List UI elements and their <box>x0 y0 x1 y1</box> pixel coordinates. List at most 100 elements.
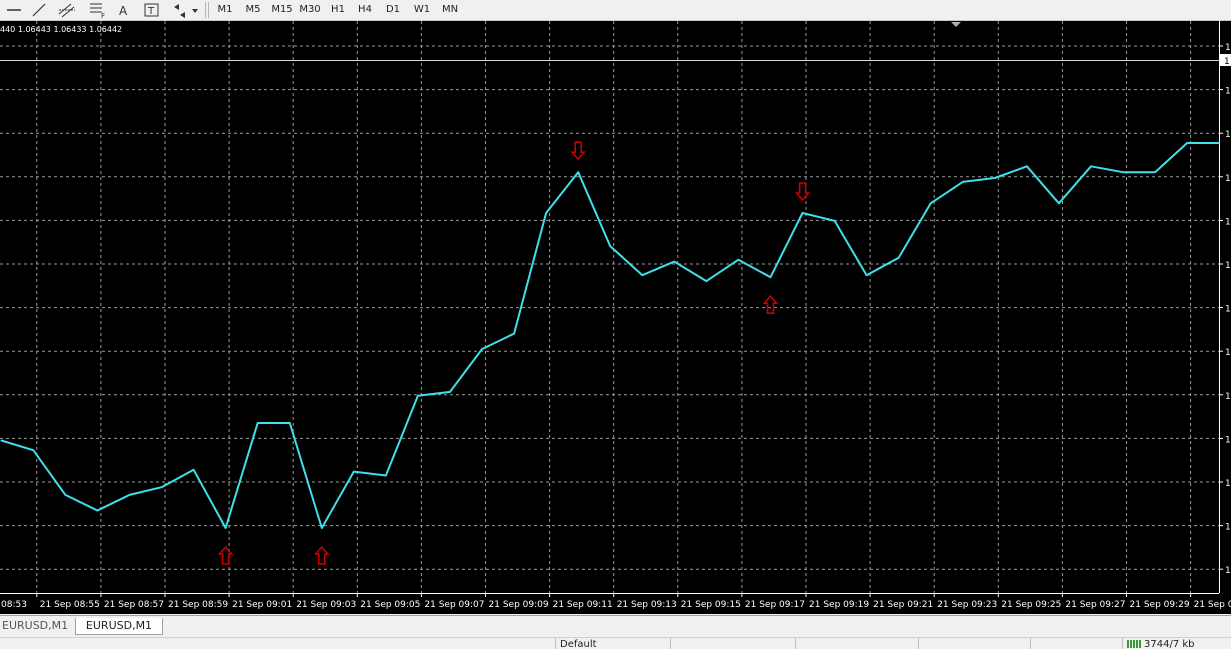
svg-text:F: F <box>101 12 105 19</box>
price-point <box>481 348 483 350</box>
price-point <box>929 202 932 205</box>
price-point <box>128 494 131 496</box>
sell-arrow-icon <box>570 141 586 161</box>
arrows-dropdown-icon[interactable] <box>170 1 200 19</box>
timeframe-m1[interactable]: M1 <box>212 1 238 19</box>
time-tick-label: 21 Sep 09:29 <box>1130 600 1190 610</box>
price-point <box>545 212 547 214</box>
price-point <box>833 219 836 222</box>
ohlc-readout: 440 1.06443 1.06433 1.06442 <box>0 25 123 34</box>
price-point <box>32 449 35 452</box>
buy-arrow-icon <box>762 294 779 314</box>
price-point <box>385 474 387 477</box>
text-tool-icon[interactable]: A <box>113 1 135 19</box>
price-tick-label: 1 <box>1225 174 1231 184</box>
price-point <box>865 274 868 277</box>
status-bar: Default 3744/7 kb <box>0 637 1231 649</box>
status-traffic: 3744/7 kb <box>1122 638 1231 649</box>
timeframe-h4[interactable]: H4 <box>352 1 378 19</box>
price-point <box>224 527 227 529</box>
time-tick-label: 21 Sep 09:09 <box>489 600 549 610</box>
time-tick-label: 21 Sep 09: <box>1194 600 1231 610</box>
time-tick-label: 21 Sep 09:05 <box>360 600 420 610</box>
price-point <box>801 212 804 214</box>
price-point <box>1090 165 1092 168</box>
price-point <box>897 256 900 259</box>
status-high <box>918 638 1033 649</box>
timeframe-m30[interactable]: M30 <box>296 1 324 19</box>
price-point <box>1218 142 1220 144</box>
price-point <box>321 527 323 529</box>
time-tick-label: 21 Sep 09:25 <box>1001 600 1061 610</box>
price-point <box>1026 165 1028 168</box>
status-date <box>670 638 795 649</box>
status-help <box>0 638 555 649</box>
tab-eurusd-m1-active[interactable]: EURUSD,M1 <box>75 618 163 635</box>
price-tick-label: 1 <box>1225 261 1231 271</box>
price-point <box>64 494 67 496</box>
price-point <box>1154 171 1156 173</box>
price-tick-label: 1 <box>1225 87 1231 97</box>
price-tick-label: 1 <box>1225 43 1231 53</box>
time-tick-label: 21 Sep 09:23 <box>937 600 997 610</box>
svg-text:A: A <box>119 4 128 18</box>
timeframe-d1[interactable]: D1 <box>380 1 406 19</box>
time-tick-label: 21 Sep 09:01 <box>232 600 292 610</box>
chart-toolbar: F A T M1 M5 M15 M30 H1 H4 D1 W1 MN <box>0 0 1231 21</box>
trendline-icon[interactable] <box>28 1 50 19</box>
chart-canvas[interactable]: 1 1 1 1 1 1 1 1 1 1 1 1 1 1 08:53 21 Sep 08:55 21 Sep 08… <box>0 21 1231 614</box>
price-point <box>769 276 772 278</box>
time-tick-label: 08:53 <box>1 600 27 610</box>
price-point <box>513 332 515 335</box>
horizontal-line-icon[interactable] <box>3 1 25 19</box>
time-tick-label: 21 Sep 09:03 <box>296 600 356 610</box>
price-tick-label: 1 <box>1225 130 1231 140</box>
status-open <box>795 638 920 649</box>
price-point <box>0 439 3 442</box>
price-point <box>673 260 676 263</box>
price-point <box>994 177 996 179</box>
price-tick-label: 1 <box>1225 348 1231 358</box>
price-point <box>577 171 579 173</box>
time-tick-label: 21 Sep 09:19 <box>809 600 869 610</box>
timeframe-h1[interactable]: H1 <box>325 1 351 19</box>
chart-tabs: EURUSD,M1 EURUSD,M1 <box>0 615 1231 637</box>
chart-axes: 1 1 1 1 1 1 1 1 1 1 1 1 1 1 08:53 21 Sep 08:55 21 Sep 08… <box>0 21 1231 610</box>
current-price-label: 1 <box>1224 57 1230 67</box>
price-point <box>192 468 195 471</box>
fibonacci-icon[interactable]: F <box>86 1 108 20</box>
price-point <box>1058 202 1060 205</box>
signal-arrows <box>217 141 811 565</box>
price-line <box>1 142 1220 529</box>
price-tick-label: 1 <box>1225 217 1231 227</box>
time-tick-label: 21 Sep 08:59 <box>168 600 228 610</box>
timeframe-w1[interactable]: W1 <box>408 1 436 19</box>
price-chart[interactable]: 1 1 1 1 1 1 1 1 1 1 1 1 1 1 08:53 21 Sep 08:55 21 Sep 08… <box>0 21 1231 614</box>
time-tick-label: 21 Sep 08:55 <box>40 600 100 610</box>
price-point <box>962 181 964 183</box>
status-close <box>1030 638 1125 649</box>
chart-shift-marker-icon <box>951 22 961 27</box>
price-point <box>96 509 99 512</box>
time-tick-label: 21 Sep 09:21 <box>873 600 933 610</box>
time-tick-label: 21 Sep 09:11 <box>553 600 613 610</box>
price-point <box>288 422 291 424</box>
svg-text:T: T <box>147 6 155 17</box>
status-profile: Default <box>555 638 670 649</box>
price-tick-label: 1 <box>1225 392 1231 402</box>
equidistant-channel-icon[interactable] <box>56 1 78 19</box>
tab-eurusd-m1-inactive[interactable]: EURUSD,M1 <box>0 618 70 634</box>
time-tick-label: 21 Sep 09:13 <box>617 600 677 610</box>
price-point <box>737 258 740 261</box>
text-label-icon[interactable]: T <box>141 1 163 19</box>
time-tick-label: 21 Sep 09:17 <box>745 600 805 610</box>
price-tick-label: 1 <box>1225 523 1231 533</box>
timeframe-m5[interactable]: M5 <box>240 1 266 19</box>
toolbar-separator <box>208 2 209 18</box>
time-tick-label: 21 Sep 09:07 <box>424 600 484 610</box>
price-point <box>160 486 163 488</box>
timeframe-m15[interactable]: M15 <box>268 1 296 19</box>
price-tick-label: 1 <box>1225 566 1231 576</box>
price-point <box>1186 142 1188 144</box>
timeframe-mn[interactable]: MN <box>436 1 464 19</box>
